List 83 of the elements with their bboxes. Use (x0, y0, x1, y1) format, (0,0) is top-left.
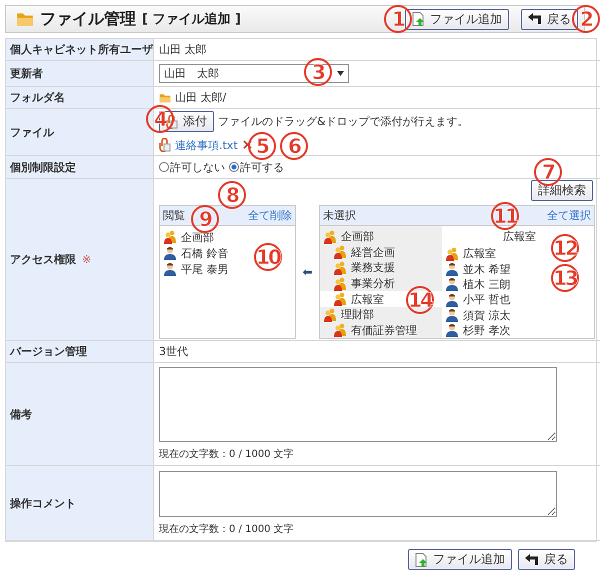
back-arrow-icon (525, 554, 539, 566)
add-file-button[interactable]: ファイル追加 (408, 549, 512, 570)
tree-item[interactable]: 経営企画 (320, 244, 442, 260)
field-value: 山田 太郎 (159, 42, 208, 57)
group-icon (323, 230, 337, 244)
file-link[interactable]: 連絡事項.txt (175, 138, 238, 152)
callout-number: 8 (218, 181, 246, 209)
select-all-link[interactable]: 全て選択 (547, 208, 591, 223)
radio-button[interactable] (159, 162, 169, 172)
list-item[interactable]: 平尾 泰男 (160, 261, 230, 277)
panel-title: 閲覧 (163, 208, 185, 223)
back-button[interactable]: 戻る (521, 8, 578, 30)
radio-button[interactable] (229, 162, 239, 172)
user-icon (445, 292, 459, 307)
callout-number: 10 (254, 243, 282, 271)
user-icon (445, 323, 459, 338)
member-item[interactable]: 広報室 (445, 246, 498, 262)
folder-path: 山田 太郎/ (175, 90, 226, 105)
paperclip-icon (166, 114, 178, 128)
row-label: 備考 (6, 363, 154, 466)
user-icon (445, 308, 459, 322)
group-icon (333, 245, 347, 260)
move-left-arrow[interactable]: ⬅ (302, 265, 313, 279)
user-icon (445, 262, 459, 276)
char-counter: 現在の文字数：0 / 1000 文字 (159, 448, 295, 461)
row-label: フォルダ名 (6, 87, 154, 109)
callout-number: 13 (551, 264, 579, 292)
group-icon (333, 323, 347, 338)
caret-icon (337, 71, 344, 76)
list-item[interactable]: 石橋 鈴音 (160, 245, 230, 261)
text-area[interactable] (159, 367, 557, 442)
group-icon (445, 246, 459, 261)
back-button[interactable]: 戻る (518, 549, 575, 570)
members-title: 広報室 (503, 229, 536, 244)
row-label: 個別制限設定 (6, 156, 154, 179)
page-subtitle: [ ファイル追加 ] (142, 11, 241, 28)
char-counter: 現在の文字数：0 / 1000 文字 (159, 522, 295, 536)
group-icon (163, 230, 177, 244)
folder-icon (159, 92, 171, 104)
add-file-button[interactable]: ファイル追加 (405, 8, 509, 30)
group-icon (333, 292, 347, 306)
group-icon (333, 260, 347, 275)
user-icon (445, 277, 459, 292)
row-label: ファイル (6, 109, 154, 156)
member-item[interactable]: 須賀 涼太 (445, 307, 512, 323)
callout-number: 1 (384, 5, 412, 33)
member-item[interactable]: 小平 哲也 (445, 292, 512, 308)
file-upload-icon (415, 552, 428, 566)
text-area[interactable] (159, 470, 557, 516)
panel-title: 未選択 (323, 208, 356, 223)
user-icon (163, 262, 177, 276)
required-mark: ※ (82, 253, 92, 266)
tree-item[interactable]: 有価証券管理 (320, 322, 442, 338)
callout-number: 14 (406, 286, 434, 314)
radio-label[interactable]: 許可する (240, 160, 284, 174)
member-item[interactable]: 植木 三朗 (445, 276, 512, 292)
callout-number: 9 (191, 205, 219, 233)
row-label: 個人キャビネット所有ユーザ (6, 39, 154, 61)
paperclip-icon (159, 138, 171, 152)
callout-number: 12 (551, 234, 579, 262)
member-item[interactable]: 並木 希望 (445, 262, 512, 277)
tree-item[interactable]: 企画部 (320, 229, 442, 245)
remove-all-link[interactable]: 全て削除 (248, 208, 292, 223)
group-icon (323, 308, 337, 322)
callout-number: 6 (280, 132, 308, 160)
callout-number: 2 (572, 5, 600, 33)
drop-hint: ファイルのドラッグ&ドロップで添付が行えます。 (218, 114, 469, 129)
page-title: ファイル管理 (40, 8, 136, 30)
row-label: 操作コメント (6, 466, 154, 541)
callout-number: 11 (491, 202, 519, 230)
row-label: 更新者 (6, 61, 154, 87)
back-arrow-icon (528, 13, 542, 25)
file-upload-icon (412, 12, 425, 26)
tree-item[interactable]: 業務支援 (320, 260, 442, 276)
row-label: アクセス権限 ※ (6, 179, 154, 341)
callout-number: 3 (304, 58, 332, 86)
user-icon (163, 246, 177, 260)
detail-search-button[interactable]: 詳細検索 (531, 180, 593, 201)
field-value: 3世代 (159, 344, 189, 359)
member-item[interactable]: 杉野 孝次 (445, 322, 512, 338)
group-icon (333, 276, 347, 291)
radio-label[interactable]: 許可しない (170, 160, 225, 174)
row-label: バージョン管理 (6, 341, 154, 363)
